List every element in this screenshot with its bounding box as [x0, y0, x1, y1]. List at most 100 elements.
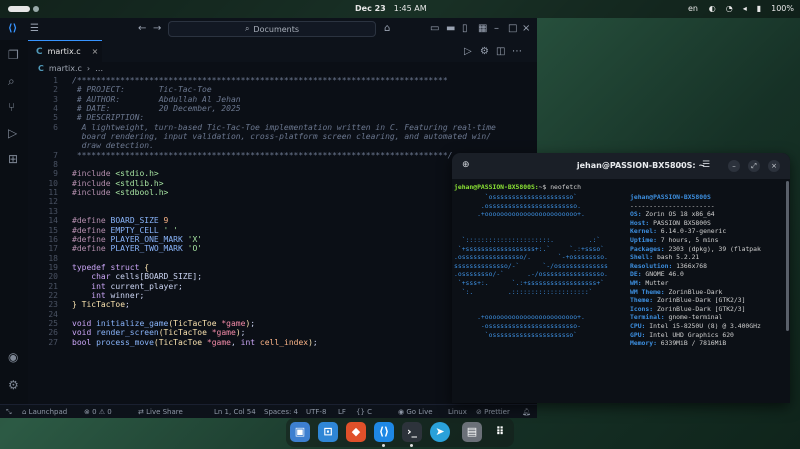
logo-line: `osssssssssssssssssssso` [454, 330, 578, 339]
minimize-icon[interactable]: – [494, 23, 499, 34]
maximize-icon[interactable]: ⤢ [748, 160, 760, 172]
split-editor-icon[interactable]: ◫ [496, 46, 505, 57]
menu-icon[interactable]: ☰ [30, 23, 39, 34]
app-grid-icon[interactable]: ⠿ [490, 422, 510, 442]
store-icon[interactable]: ⊡ [318, 422, 338, 442]
logo-line [454, 305, 629, 314]
extensions-icon[interactable]: ⊞ [8, 152, 18, 166]
explorer-icon[interactable]: ❐ [8, 48, 19, 62]
info-line: Memory: 6339MiB / 7816MiB [630, 339, 727, 348]
logo-line [454, 296, 629, 305]
activity-bar: ❐ ⌕ ⑂ ▷ ⊞ ◉ ⚙ [0, 40, 28, 418]
close-icon[interactable]: × [522, 23, 530, 34]
line-number: 17 [48, 244, 58, 254]
battery-icon[interactable]: ▮ [757, 4, 761, 13]
info-line: WM: Mutter [630, 278, 669, 287]
launchpad-item[interactable]: ⌂ Launchpad [22, 408, 67, 416]
volume-icon[interactable]: ◂ [743, 4, 747, 13]
line-number: 10 [48, 178, 58, 188]
breadcrumb[interactable]: C martix.c › … [38, 64, 103, 73]
search-icon[interactable]: ⌕ [8, 74, 15, 89]
tab-close-icon[interactable]: × [92, 47, 99, 56]
line-number: 9 [53, 169, 58, 179]
maximize-icon[interactable]: □ [508, 23, 517, 34]
line-number: 25 [48, 318, 58, 328]
vscode-titlebar: ⟨⟩ ☰ ← → ⌕ Documents ⌂ ▭ ▬ ▯ ▦ – □ × [0, 18, 537, 40]
live-share-item[interactable]: ⇄ Live Share [138, 408, 183, 416]
os-indicator[interactable]: Linux [448, 408, 467, 416]
line-number: 16 [48, 234, 58, 244]
line-number: 23 [48, 300, 58, 310]
info-line: WM Theme: ZorinBlue-Dark [630, 287, 723, 296]
end-of-line[interactable]: LF [338, 408, 346, 416]
terminal-output[interactable]: jehan@PASSION-BX5800S:~$ neofetch `ossss… [454, 181, 788, 403]
settings-gear-icon[interactable]: ⚙ [8, 378, 19, 392]
line-number [28, 132, 58, 141]
logo-line: .+oooooooooooooooooooooooo+. [454, 313, 585, 322]
settings-gear-icon[interactable]: ⚙ [480, 46, 489, 57]
c-file-icon: C [38, 64, 44, 73]
line-number: 18 [48, 253, 58, 263]
info-line: Theme: ZorinBlue-Dark [GTK2/3] [630, 296, 746, 305]
account-icon[interactable]: ◉ [8, 350, 18, 364]
notifications-icon[interactable]: 🔔︎ [522, 408, 531, 416]
encoding[interactable]: UTF-8 [306, 408, 326, 416]
remote-icon[interactable]: ⤡ [6, 408, 12, 417]
vscode-icon[interactable]: ⟨⟩ [374, 422, 394, 442]
trash-icon[interactable]: ▤ [462, 422, 482, 442]
layout-right-icon[interactable]: ▯ [462, 23, 468, 34]
layout-sidebar-icon[interactable]: ▭ [430, 23, 439, 34]
more-actions-icon[interactable]: ⋯ [512, 46, 522, 57]
battery-percent: 100% [771, 4, 794, 13]
layout-panel-icon[interactable]: ▬ [446, 23, 455, 34]
back-arrow-icon[interactable]: ← [138, 23, 146, 34]
files-icon[interactable]: ▣ [290, 422, 310, 442]
editor-tab-bar: C martix.c × ▷ ⚙ ◫ ⋯ [28, 40, 537, 62]
c-file-icon: C [36, 46, 43, 57]
workspace-indicator[interactable] [8, 6, 39, 12]
info-line: Host: PASSION BX5800S [630, 218, 711, 227]
go-live-button[interactable]: ◉ Go Live [398, 408, 433, 416]
cursor-position[interactable]: Ln 1, Col 54 [214, 408, 256, 416]
prettier-item[interactable]: ⊘ Prettier [476, 408, 510, 416]
search-icon: ⌕ [244, 24, 250, 33]
problems-indicator[interactable]: ⊗ 0 ⚠ 0 [84, 408, 112, 416]
telegram-icon[interactable]: ➤ [430, 422, 450, 442]
command-center-search[interactable]: ⌕ Documents [168, 21, 376, 37]
line-number: 1 [53, 76, 58, 85]
source-control-icon[interactable]: ⑂ [8, 100, 15, 114]
wifi-icon[interactable]: ◔ [726, 4, 733, 13]
language-mode[interactable]: {} C [356, 408, 372, 416]
system-tray[interactable]: ◐ ◔ ◂ ▮ 100% [709, 4, 794, 13]
search-icon[interactable]: ⌕ [678, 160, 683, 170]
copilot-icon[interactable]: ⌂ [384, 23, 390, 34]
customize-layout-icon[interactable]: ▦ [478, 23, 487, 34]
run-icon[interactable]: ▷ [464, 46, 472, 57]
dock: ▣ ⊡ ◆ ⟨⟩ ›_ ➤ ▤ ⠿ [286, 418, 514, 447]
clock[interactable]: Dec 23 1:45 AM [355, 4, 427, 13]
line-number: 12 [48, 197, 58, 207]
line-number: 21 [48, 281, 58, 291]
shell-prompt: jehan@PASSION-BX5800S:~$ neofetch [454, 183, 581, 191]
indentation[interactable]: Spaces: 4 [264, 408, 298, 416]
logo-line: .osssssssssssssssssssssso. [454, 201, 581, 210]
line-number: 15 [48, 225, 58, 235]
line-number: 8 [53, 160, 58, 170]
run-debug-icon[interactable]: ▷ [8, 126, 17, 140]
terminal-icon[interactable]: ›_ [402, 422, 422, 442]
logo-line: `+ssssssssssssssssss+:.` `.:+ssso` [454, 244, 605, 253]
close-icon[interactable]: × [768, 160, 780, 172]
tab-martix-c[interactable]: C martix.c × [28, 40, 102, 62]
logo-line: `osssssssssssssssssssso` [454, 193, 578, 201]
info-line: Uptime: 7 hours, 5 mins [630, 235, 719, 244]
language-indicator[interactable]: en [688, 4, 698, 13]
menu-icon[interactable]: ☰ [702, 160, 710, 170]
logo-line: `::::::::::::::::::::::. .:` [454, 235, 601, 244]
logo-line: -osssssssssssssssssssssso- [454, 321, 581, 330]
system-top-bar: Dec 23 1:45 AM en ◐ ◔ ◂ ▮ 100% [0, 0, 800, 18]
toggle-icon[interactable]: ◐ [709, 4, 716, 13]
terminal-scrollbar[interactable] [786, 181, 789, 331]
forward-arrow-icon[interactable]: → [153, 23, 161, 34]
brave-icon[interactable]: ◆ [346, 422, 366, 442]
minimize-icon[interactable]: – [728, 160, 740, 172]
